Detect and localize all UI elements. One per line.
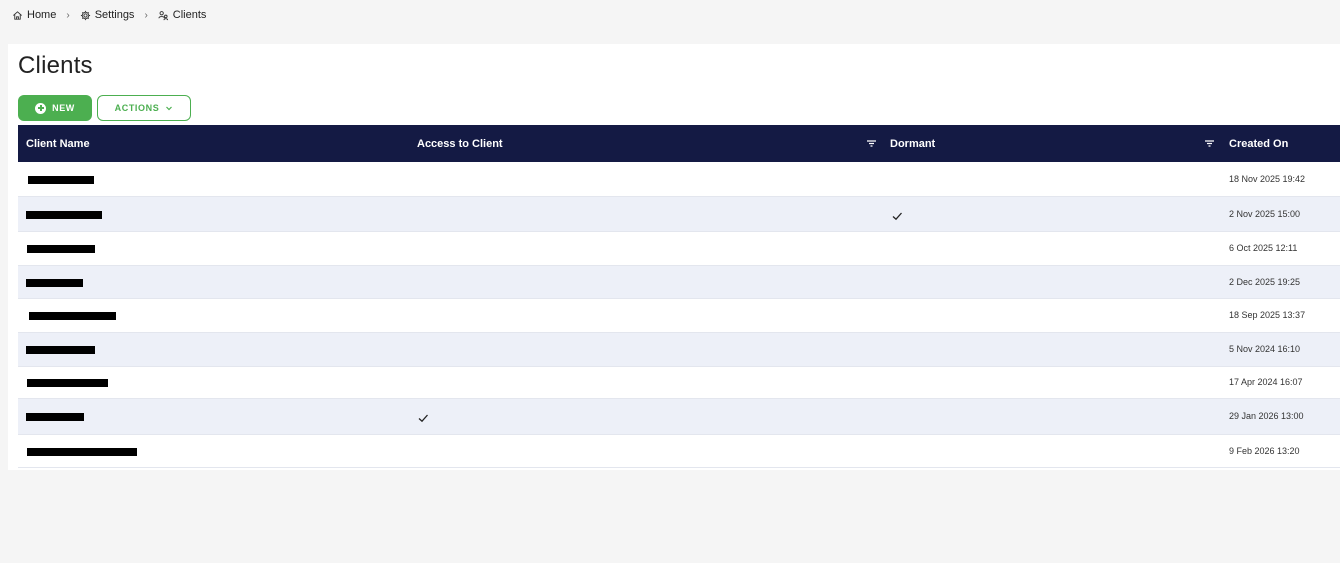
client-name-redacted	[28, 175, 94, 184]
client-name-redacted	[27, 245, 95, 253]
created-on-cell: 18 Sep 2025 13:37	[1229, 310, 1306, 320]
new-client-button[interactable]: NEW	[18, 95, 92, 121]
created-on-cell: 18 Nov 2025 19:42	[1229, 173, 1306, 184]
client-name-redacted	[26, 413, 84, 421]
column-header-access-to-client[interactable]: Access to Client	[417, 125, 503, 162]
breadcrumb-clients-label: Clients	[172, 9, 207, 21]
actions-button-label: ACTIONS	[114, 103, 160, 113]
table-row[interactable]: 29 Jan 2026 13:00	[18, 399, 1340, 435]
page-title: Clients	[18, 52, 93, 79]
client-name-redacted	[27, 379, 108, 387]
filter-icon[interactable]	[866, 138, 877, 149]
table-header: Client Name Access to Client Dormant Cre…	[18, 125, 1340, 162]
breadcrumb-settings[interactable]: Settings	[80, 9, 135, 21]
table-row[interactable]: 9 Feb 2026 13:20	[18, 435, 1340, 468]
table-row[interactable]: 17 Apr 2024 16:07	[18, 367, 1340, 399]
table-row[interactable]: 18 Sep 2025 13:37	[18, 299, 1340, 333]
table-row[interactable]: 2 Nov 2025 15:00	[18, 197, 1340, 232]
table-body: 18 Nov 2025 19:42 2 Nov 2025 15:00 6 Oct 2…	[18, 162, 1340, 468]
breadcrumb-separator: ›	[66, 9, 70, 21]
client-name-redacted	[27, 447, 137, 456]
column-header-created-on[interactable]: Created On	[1229, 125, 1288, 162]
column-header-dormant[interactable]: Dormant	[890, 125, 935, 162]
created-on-cell: 17 Apr 2024 16:07	[1229, 377, 1303, 387]
new-button-label: NEW	[52, 103, 75, 113]
client-name-redacted	[29, 312, 116, 320]
dormant-check-icon	[891, 209, 903, 221]
breadcrumb: Home › Settings › Clients	[12, 9, 206, 21]
column-header-client-name[interactable]: Client Name	[26, 125, 90, 162]
gear-icon	[80, 10, 90, 20]
clients-panel: Clients NEW ACTIONS Client Name Access t…	[8, 44, 1340, 470]
actions-dropdown-button[interactable]: ACTIONS	[97, 95, 191, 121]
table-row[interactable]: 18 Nov 2025 19:42	[18, 162, 1340, 197]
filter-icon[interactable]	[1204, 138, 1215, 149]
home-icon	[13, 10, 22, 20]
table-row[interactable]: 2 Dec 2025 19:25	[18, 266, 1340, 299]
breadcrumb-clients[interactable]: Clients	[158, 9, 207, 21]
created-on-cell: 2 Nov 2025 15:00	[1229, 208, 1301, 219]
created-on-cell: 29 Jan 2026 13:00	[1229, 411, 1304, 421]
created-on-cell: 6 Oct 2025 12:11	[1229, 243, 1298, 253]
client-name-redacted	[26, 278, 83, 287]
breadcrumb-settings-label: Settings	[94, 9, 135, 21]
breadcrumb-home-label: Home	[27, 9, 57, 21]
table-row[interactable]: 6 Oct 2025 12:11	[18, 232, 1340, 266]
client-name-redacted	[26, 346, 95, 354]
clients-table: Client Name Access to Client Dormant Cre…	[18, 125, 1340, 468]
plus-circle-icon	[35, 102, 47, 114]
access-check-icon	[417, 411, 429, 423]
created-on-cell: 9 Feb 2026 13:20	[1229, 445, 1300, 456]
created-on-cell: 2 Dec 2025 19:25	[1229, 276, 1301, 287]
breadcrumb-home[interactable]: Home	[12, 9, 56, 21]
users-icon	[158, 10, 168, 20]
created-on-cell: 5 Nov 2024 16:10	[1229, 344, 1301, 354]
breadcrumb-separator: ›	[144, 9, 148, 21]
chevron-down-icon	[166, 106, 173, 111]
client-name-redacted	[26, 210, 102, 219]
table-row[interactable]: 5 Nov 2024 16:10	[18, 333, 1340, 367]
